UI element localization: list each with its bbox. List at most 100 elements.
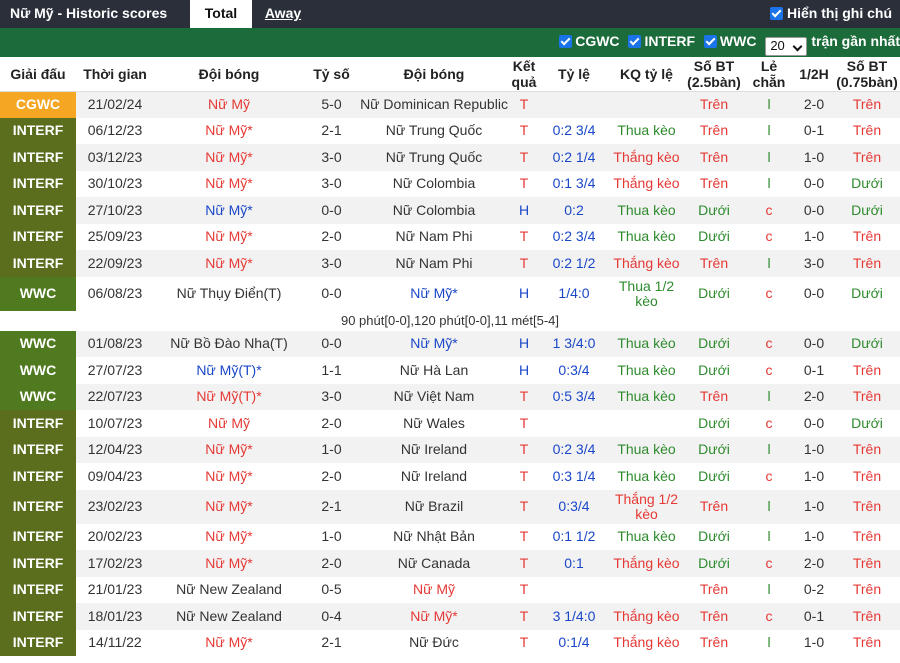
league-cell[interactable]: WWC	[0, 357, 76, 384]
date-cell: 21/01/23	[76, 576, 154, 603]
away-team-cell[interactable]: Nữ Mỹ*	[359, 276, 509, 311]
home-team-cell[interactable]: Nữ Mỹ*	[154, 197, 304, 224]
league-cell[interactable]: CGWC	[0, 91, 76, 118]
league-cell[interactable]: INTERF	[0, 463, 76, 490]
away-team-cell[interactable]: Nữ Nhật Bản	[359, 523, 509, 550]
home-team-cell[interactable]: Nữ Thụy Điển(T)	[154, 276, 304, 311]
home-team-cell[interactable]: Nữ Mỹ	[154, 410, 304, 437]
home-team-cell[interactable]: Nữ New Zealand	[154, 576, 304, 603]
away-team-cell[interactable]: Nữ Hà Lan	[359, 357, 509, 384]
away-team-cell[interactable]: Nữ Ireland	[359, 436, 509, 463]
home-team-cell[interactable]: Nữ Mỹ*	[154, 463, 304, 490]
odds-result-cell	[609, 91, 684, 118]
half-time-cell: 3-0	[794, 250, 834, 277]
date-cell: 14/11/22	[76, 629, 154, 656]
away-team-cell[interactable]: Nữ Wales	[359, 410, 509, 437]
odd-even-cell: c	[744, 410, 794, 437]
away-team-cell[interactable]: Nữ Đức	[359, 629, 509, 656]
home-team-cell[interactable]: Nữ Mỹ(T)*	[154, 383, 304, 410]
result-cell: H	[509, 197, 539, 224]
date-cell: 21/02/24	[76, 91, 154, 118]
date-cell: 27/10/23	[76, 197, 154, 224]
league-cell[interactable]: INTERF	[0, 629, 76, 656]
league-cell[interactable]: INTERF	[0, 250, 76, 277]
league-cell[interactable]: INTERF	[0, 410, 76, 437]
odds-result-cell: Thắng kèo	[609, 144, 684, 171]
odd-even-cell: l	[744, 250, 794, 277]
league-cell[interactable]: INTERF	[0, 197, 76, 224]
away-team-cell[interactable]: Nữ Colombia	[359, 197, 509, 224]
away-team-cell[interactable]: Nữ Trung Quốc	[359, 117, 509, 144]
away-team-cell[interactable]: Nữ Dominican Republic	[359, 91, 509, 118]
league-cell[interactable]: INTERF	[0, 436, 76, 463]
league-cell[interactable]: WWC	[0, 276, 76, 311]
away-team-cell[interactable]: Nữ Canada	[359, 550, 509, 577]
result-cell: T	[509, 170, 539, 197]
home-team-cell[interactable]: Nữ New Zealand	[154, 603, 304, 630]
home-team-cell[interactable]: Nữ Mỹ*	[154, 223, 304, 250]
show-notes-toggle[interactable]: Hiển thị ghi chú	[770, 5, 892, 21]
table-row: WWC 27/07/23 Nữ Mỹ(T)* 1-1 Nữ Hà Lan H 0:3/4 Th…	[0, 357, 900, 384]
league-cell[interactable]: WWC	[0, 383, 76, 410]
away-team-cell[interactable]: Nữ Ireland	[359, 463, 509, 490]
away-team-cell[interactable]: Nữ Trung Quốc	[359, 144, 509, 171]
home-team-cell[interactable]: Nữ Mỹ	[154, 91, 304, 118]
league-cell[interactable]: INTERF	[0, 576, 76, 603]
tab-total[interactable]: Total	[190, 0, 252, 28]
score-cell: 0-0	[304, 330, 359, 357]
checkbox-icon[interactable]	[559, 35, 573, 48]
league-cell[interactable]: INTERF	[0, 550, 76, 577]
odds-cell: 0:2 1/2	[539, 250, 609, 277]
home-team-cell[interactable]: Nữ Bồ Đào Nha(T)	[154, 330, 304, 357]
home-team-cell[interactable]: Nữ Mỹ*	[154, 436, 304, 463]
checkbox-icon[interactable]	[770, 7, 783, 20]
filter-cgwc[interactable]: CGWC	[559, 33, 620, 49]
odds-result-cell: Thắng kèo	[609, 170, 684, 197]
away-team-cell[interactable]: Nữ Nam Phi	[359, 223, 509, 250]
home-team-cell[interactable]: Nữ Mỹ(T)*	[154, 357, 304, 384]
away-team-cell[interactable]: Nữ Mỹ*	[359, 330, 509, 357]
league-cell[interactable]: INTERF	[0, 144, 76, 171]
col-header: Lẻ chẵn	[744, 57, 794, 92]
col-header: Tỷ số	[304, 57, 359, 92]
odd-even-cell: c	[744, 276, 794, 311]
away-team-cell[interactable]: Nữ Việt Nam	[359, 383, 509, 410]
away-team-cell[interactable]: Nữ Nam Phi	[359, 250, 509, 277]
league-cell[interactable]: INTERF	[0, 523, 76, 550]
over-under-cell: Trên	[684, 603, 744, 630]
half-time-cell: 0-0	[794, 197, 834, 224]
league-cell[interactable]: INTERF	[0, 117, 76, 144]
home-team-cell[interactable]: Nữ Mỹ*	[154, 550, 304, 577]
league-cell[interactable]: INTERF	[0, 223, 76, 250]
away-team-cell[interactable]: Nữ Mỹ*	[359, 603, 509, 630]
score-cell: 5-0	[304, 91, 359, 118]
away-team-cell[interactable]: Nữ Colombia	[359, 170, 509, 197]
match-count-select[interactable]: 20	[765, 37, 808, 56]
away-team-cell[interactable]: Nữ Brazil	[359, 489, 509, 524]
league-cell[interactable]: WWC	[0, 330, 76, 357]
home-team-cell[interactable]: Nữ Mỹ*	[154, 250, 304, 277]
home-team-cell[interactable]: Nữ Mỹ*	[154, 117, 304, 144]
table-row: INTERF 18/01/23 Nữ New Zealand 0-4 Nữ Mỹ* T 3 …	[0, 603, 900, 630]
home-team-cell[interactable]: Nữ Mỹ*	[154, 629, 304, 656]
date-cell: 22/07/23	[76, 383, 154, 410]
checkbox-icon[interactable]	[703, 35, 717, 48]
league-cell[interactable]: INTERF	[0, 603, 76, 630]
result-cell: H	[509, 330, 539, 357]
home-team-cell[interactable]: Nữ Mỹ*	[154, 144, 304, 171]
home-team-cell[interactable]: Nữ Mỹ*	[154, 489, 304, 524]
home-team-cell[interactable]: Nữ Mỹ*	[154, 523, 304, 550]
checkbox-icon[interactable]	[628, 35, 642, 48]
filter-wwc[interactable]: WWC	[703, 33, 756, 49]
odds-cell: 0:3/4	[539, 357, 609, 384]
half-time-cell: 1-0	[794, 523, 834, 550]
league-cell[interactable]: INTERF	[0, 170, 76, 197]
away-team-cell[interactable]: Nữ Mỹ	[359, 576, 509, 603]
result-cell: T	[509, 91, 539, 118]
tab-away[interactable]: Away	[252, 0, 314, 28]
home-team-cell[interactable]: Nữ Mỹ*	[154, 170, 304, 197]
filter-interf[interactable]: INTERF	[628, 33, 695, 49]
over-under-cell: Dưới	[684, 463, 744, 490]
over-under-cell: Trên	[684, 91, 744, 118]
league-cell[interactable]: INTERF	[0, 489, 76, 524]
